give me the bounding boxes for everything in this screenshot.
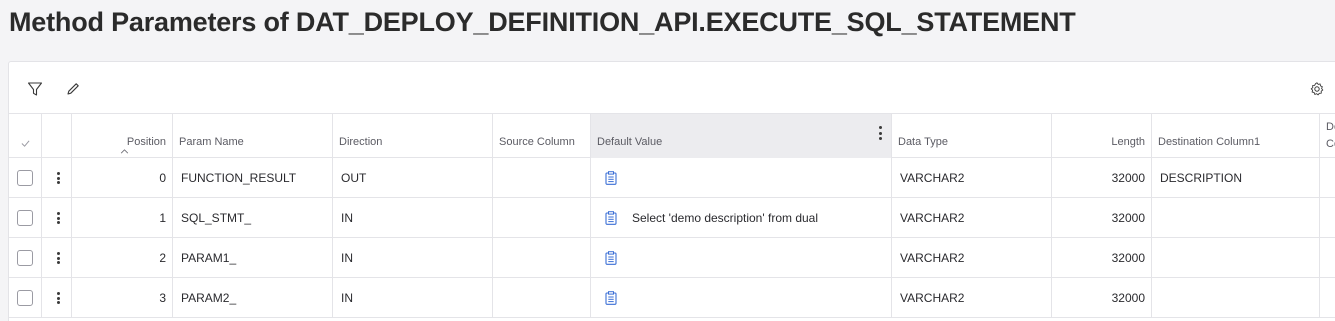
- header-length-label: Length: [1111, 136, 1145, 148]
- header-next-column[interactable]: De Co: [1320, 114, 1335, 158]
- cell-length: 32000: [1052, 198, 1152, 238]
- document-icon[interactable]: [605, 251, 617, 265]
- table-row[interactable]: 2 PARAM1_ IN VARCHAR2 32000: [9, 238, 1335, 278]
- cell-destination-column1: [1152, 198, 1320, 238]
- header-source-column-label: Source Column: [499, 136, 575, 148]
- document-icon[interactable]: [605, 291, 617, 305]
- header-param-name[interactable]: Param Name: [173, 114, 333, 158]
- gear-icon: [1310, 82, 1324, 96]
- pencil-icon: [67, 83, 79, 95]
- grid-toolbar: [9, 62, 1335, 114]
- header-data-type-label: Data Type: [898, 136, 948, 148]
- cell-destination-column1: [1152, 278, 1320, 318]
- cell-direction: OUT: [333, 158, 493, 198]
- cell-length: 32000: [1052, 158, 1152, 198]
- cell-data-type: VARCHAR2: [892, 238, 1052, 278]
- cell-data-type: VARCHAR2: [892, 158, 1052, 198]
- sort-ascending-icon: [120, 149, 129, 154]
- row-checkbox[interactable]: [17, 170, 33, 186]
- header-direction-label: Direction: [339, 136, 383, 148]
- page-title: Method Parameters of DAT_DEPLOY_DEFINITI…: [9, 7, 1076, 37]
- header-position-label: Position: [126, 136, 166, 148]
- row-menu-cell: [42, 198, 72, 238]
- cell-data-type: VARCHAR2: [892, 278, 1052, 318]
- cell-default-value: Select 'demo description' from dual: [591, 198, 892, 238]
- row-menu-kebab-icon[interactable]: [54, 210, 62, 226]
- header-source-column[interactable]: Source Column: [493, 114, 591, 158]
- checkmark-icon: [21, 140, 30, 147]
- row-checkbox[interactable]: [17, 250, 33, 266]
- header-direction[interactable]: Direction: [333, 114, 493, 158]
- cell-source-column: [493, 278, 591, 318]
- cell-position: 2: [72, 238, 173, 278]
- row-menu-kebab-icon[interactable]: [54, 170, 62, 186]
- cell-default-value: [591, 278, 892, 318]
- header-length[interactable]: Length: [1052, 114, 1152, 158]
- settings-button[interactable]: [1306, 78, 1328, 100]
- row-select-cell: [9, 238, 42, 278]
- cell-direction: IN: [333, 198, 493, 238]
- cell-source-column: [493, 238, 591, 278]
- column-menu-kebab-icon[interactable]: [878, 126, 882, 140]
- header-default-value-label: Default Value: [597, 136, 663, 148]
- cell-param-name: SQL_STMT_: [173, 198, 333, 238]
- header-default-value[interactable]: Default Value: [591, 114, 892, 158]
- row-menu-kebab-icon[interactable]: [54, 250, 62, 266]
- cell-destination-column1: DESCRIPTION: [1152, 158, 1320, 198]
- cell-param-name: PARAM2_: [173, 278, 333, 318]
- row-menu-kebab-icon[interactable]: [54, 290, 62, 306]
- row-menu-cell: [42, 158, 72, 198]
- table-row[interactable]: 1 SQL_STMT_ IN Select 'demo description'…: [9, 198, 1335, 238]
- row-select-cell: [9, 158, 42, 198]
- row-select-cell: [9, 198, 42, 238]
- default-value-text: Select 'demo description' from dual: [632, 211, 819, 225]
- header-next-column-line1: De: [1326, 121, 1335, 133]
- cell-default-value: [591, 158, 892, 198]
- header-destination-column1[interactable]: Destination Column1: [1152, 114, 1320, 158]
- cell-param-name: PARAM1_: [173, 238, 333, 278]
- table-row[interactable]: 3 PARAM2_ IN VARCHAR2 32000: [9, 278, 1335, 318]
- row-menu-cell: [42, 278, 72, 318]
- cell-position: 0: [72, 158, 173, 198]
- row-menu-cell: [42, 238, 72, 278]
- edit-button[interactable]: [62, 78, 84, 100]
- cell-source-column: [493, 158, 591, 198]
- row-select-cell: [9, 278, 42, 318]
- cell-source-column: [493, 198, 591, 238]
- cell-default-value: [591, 238, 892, 278]
- cell-param-name: FUNCTION_RESULT: [173, 158, 333, 198]
- grid-header: Position Param Name Direction Source Col…: [9, 114, 1335, 158]
- document-icon[interactable]: [605, 211, 617, 225]
- header-param-name-label: Param Name: [179, 136, 244, 148]
- select-all-column[interactable]: [9, 114, 42, 158]
- header-destination-column1-label: Destination Column1: [1158, 136, 1261, 148]
- header-next-column-line2: Co: [1326, 138, 1335, 150]
- parameters-grid-card: Position Param Name Direction Source Col…: [8, 61, 1335, 321]
- row-checkbox[interactable]: [17, 290, 33, 306]
- cell-length: 32000: [1052, 278, 1152, 318]
- table-row[interactable]: 0 FUNCTION_RESULT OUT VARCHAR2 32000 DES…: [9, 158, 1335, 198]
- cell-direction: IN: [333, 238, 493, 278]
- cell-direction: IN: [333, 278, 493, 318]
- filter-icon: [27, 82, 43, 96]
- header-position[interactable]: Position: [72, 114, 173, 158]
- cell-length: 32000: [1052, 238, 1152, 278]
- row-actions-column: [42, 114, 72, 158]
- document-icon[interactable]: [605, 171, 617, 185]
- cell-data-type: VARCHAR2: [892, 198, 1052, 238]
- cell-destination-column1: [1152, 238, 1320, 278]
- row-checkbox[interactable]: [17, 210, 33, 226]
- header-data-type[interactable]: Data Type: [892, 114, 1052, 158]
- cell-position: 3: [72, 278, 173, 318]
- filter-button[interactable]: [24, 78, 46, 100]
- cell-position: 1: [72, 198, 173, 238]
